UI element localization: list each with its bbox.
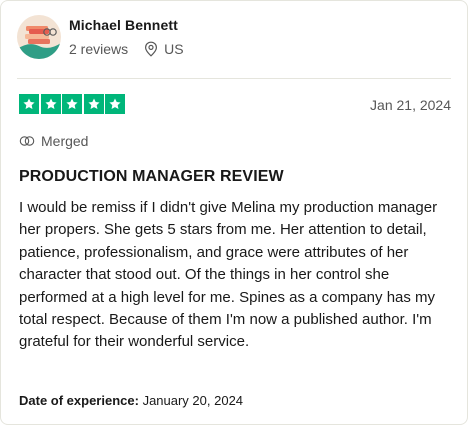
star-icon	[62, 94, 82, 114]
star-icon	[19, 94, 39, 114]
reviewer-header: Michael Bennett 2 reviews US	[17, 15, 184, 59]
experience-date: January 20, 2024	[142, 393, 244, 408]
reviews-count: 2 reviews	[69, 41, 129, 57]
date-of-experience: Date of experience: January 20, 2024	[19, 393, 243, 408]
star-icon	[105, 94, 125, 114]
reviewer-name[interactable]: Michael Bennett	[69, 17, 184, 33]
star-rating	[19, 94, 127, 114]
reviewer-info: Michael Bennett 2 reviews US	[69, 17, 184, 57]
reviewer-meta: 2 reviews US	[69, 41, 184, 57]
header-divider	[17, 78, 451, 79]
merged-label: Merged	[41, 133, 89, 149]
location-pin-icon	[144, 41, 158, 57]
experience-label: Date of experience:	[19, 393, 139, 408]
review-card: Michael Bennett 2 reviews US Jan 21, 202…	[0, 0, 468, 425]
reviewer-country: US	[164, 41, 184, 57]
review-body: I would be remiss if I didn't give Melin…	[19, 199, 438, 351]
star-icon	[83, 94, 104, 114]
review-title[interactable]: PRODUCTION MANAGER REVIEW	[19, 168, 284, 186]
merged-tag[interactable]: Merged	[19, 133, 88, 149]
review-date: Jan 21, 2024	[370, 97, 451, 113]
merged-icon	[19, 136, 35, 146]
star-icon	[40, 94, 61, 114]
avatar[interactable]	[17, 15, 61, 59]
